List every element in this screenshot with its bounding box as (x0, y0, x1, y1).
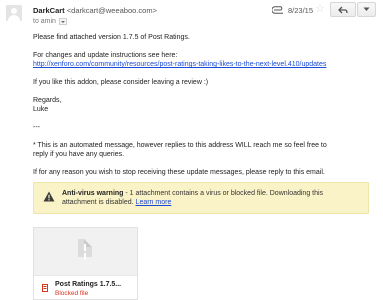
attachment-info: Post Ratings 1.7.5... Blocked file (34, 275, 137, 299)
sender-email: <darkcart@weeaboo.com> (66, 6, 157, 15)
reply-button[interactable] (330, 2, 356, 17)
automated-notice-line-2: reply if you have any queries. (33, 151, 125, 158)
sender-line: DarkCart <darkcart@weeaboo.com> (33, 6, 157, 15)
warning-triangle-icon (43, 191, 55, 202)
more-options-button[interactable] (357, 2, 376, 17)
body-automated-notice: * This is an automated message, however … (33, 141, 371, 159)
warning-title: Anti-virus warning (62, 190, 124, 197)
warning-text-1: - 1 attachment contains a virus or block… (123, 190, 324, 197)
automated-notice-line-1: * This is an automated message, however … (33, 142, 327, 149)
avatar-head (11, 8, 17, 14)
paperclip-icon (272, 6, 283, 14)
recipient-line: to amin (33, 18, 67, 25)
updates-link[interactable]: http://xenforo.com/community/resources/p… (33, 60, 371, 69)
blocked-file-icon (42, 284, 48, 292)
recipient-details-dropdown[interactable] (58, 18, 67, 25)
regards-text: Regards, (33, 97, 62, 104)
chevron-down-icon (363, 7, 370, 11)
avatar-body (8, 15, 20, 21)
file-icon (78, 239, 92, 257)
separator-text: --- (33, 124, 40, 131)
message-date: 8/23/15 (288, 6, 314, 15)
warning-message: Anti-virus warning - 1 attachment contai… (62, 189, 362, 207)
attachment-thumbnail (34, 228, 137, 275)
attachment-name: Post Ratings 1.7.5... (55, 281, 122, 288)
sender-name[interactable]: DarkCart (33, 6, 65, 15)
recipient-label: to amin (33, 18, 56, 25)
body-changes-text: For changes and update instructions see … (33, 52, 178, 59)
attachment-card[interactable]: Post Ratings 1.7.5... Blocked file (33, 227, 138, 300)
body-review-request: If you like this addon, please consider … (33, 79, 209, 86)
body-changes: For changes and update instructions see … (33, 51, 371, 69)
body-signoff: Regards, Luke (33, 96, 371, 114)
message-body: Please find attached version 1.7.5 of Po… (33, 33, 371, 186)
antivirus-warning-banner: Anti-virus warning - 1 attachment contai… (33, 182, 369, 214)
body-unsubscribe: If for any reason you wish to stop recei… (33, 169, 325, 176)
learn-more-link[interactable]: Learn more (136, 199, 172, 206)
reply-icon (338, 6, 348, 13)
star-icon[interactable]: ☆ (315, 4, 325, 15)
body-intro: Please find attached version 1.7.5 of Po… (33, 34, 190, 41)
signature-name: Luke (33, 106, 49, 113)
warning-text-2: attachment is disabled. (62, 199, 136, 206)
sender-avatar (6, 5, 22, 21)
attachment-status: Blocked file (55, 290, 89, 297)
